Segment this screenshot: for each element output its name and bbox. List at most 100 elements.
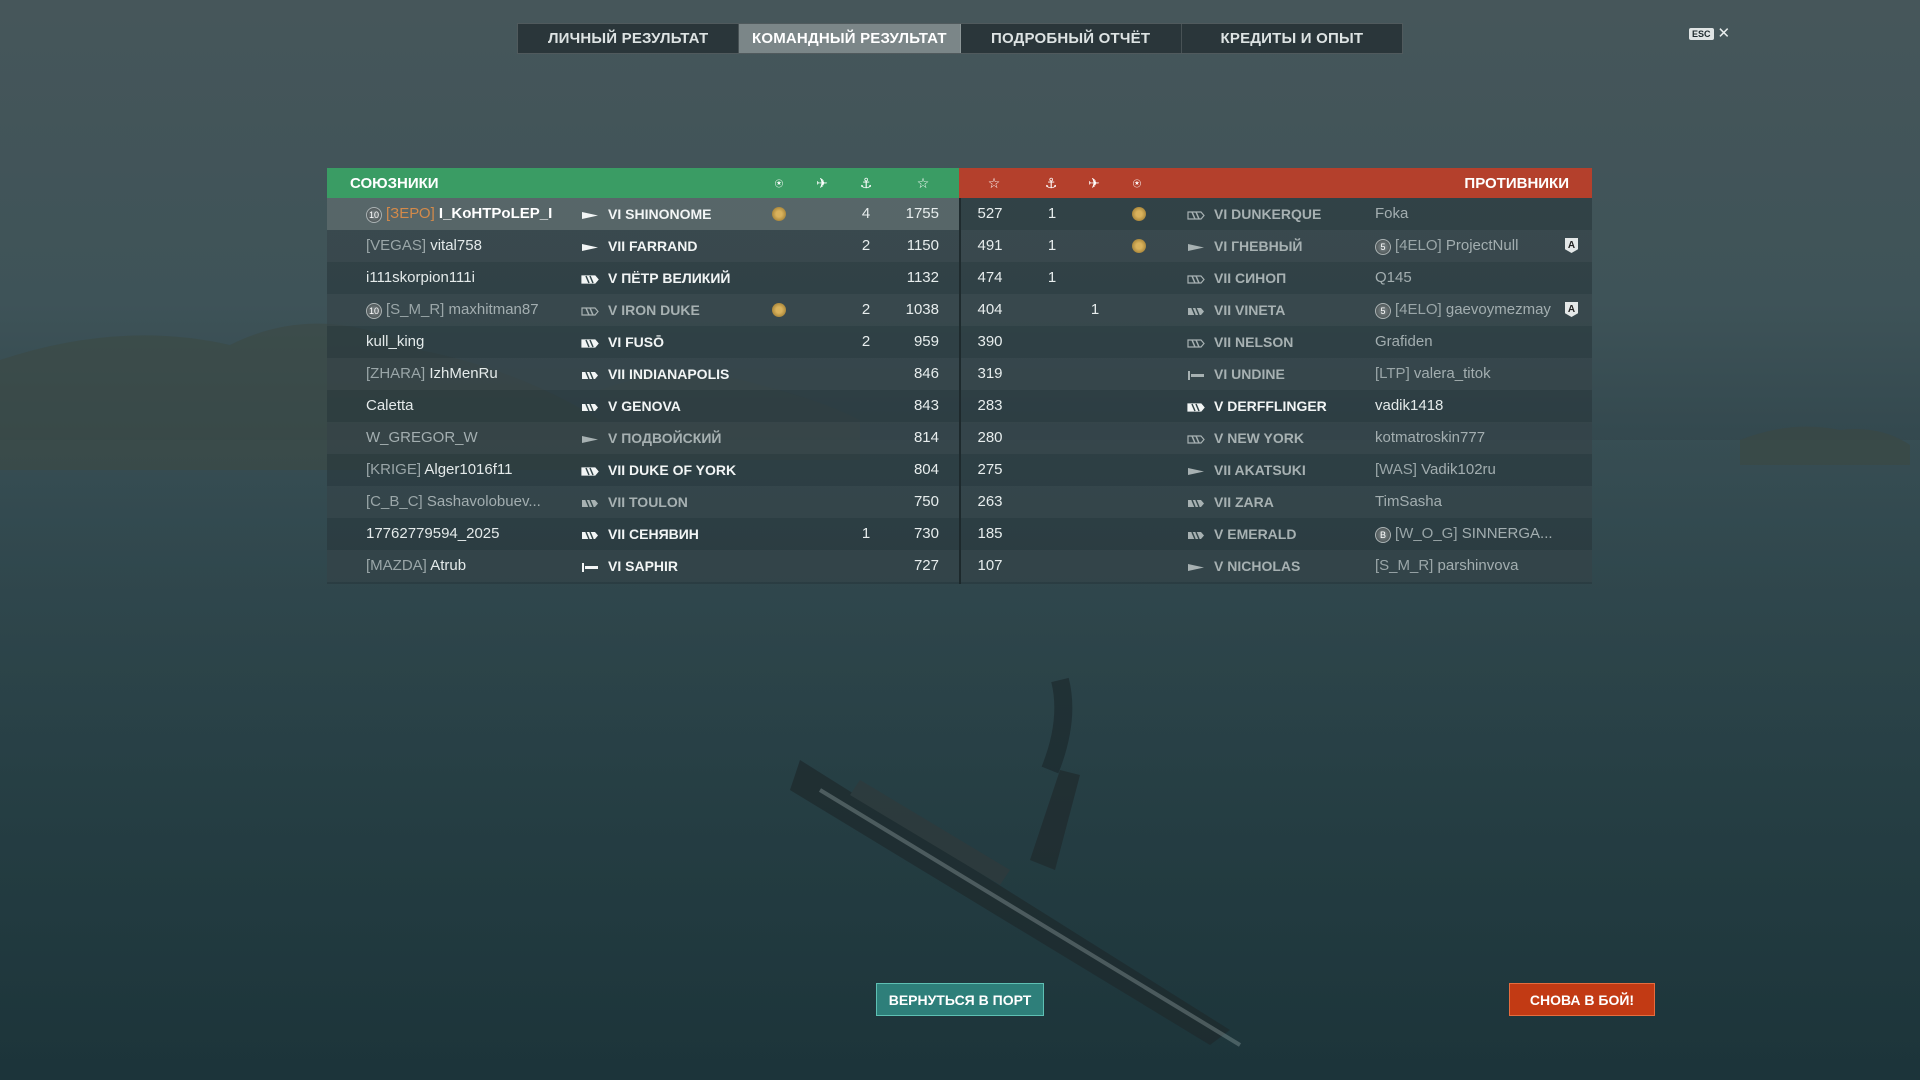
enemy-row: 404 1 VII VINETA 5 [4ELO] gaevoymezmay A (961, 294, 1592, 326)
kills-count (1041, 518, 1063, 550)
player-name: W_GREGOR_W (366, 429, 478, 446)
tab-3[interactable]: ПОДРОБНЫЙ ОТЧЁТ (961, 24, 1182, 53)
kills-count (855, 422, 877, 454)
achievement-medal-icon (772, 303, 786, 317)
base-xp: 491 (977, 237, 1003, 254)
ship-name: VII DUKE OF YORK (608, 462, 737, 478)
achievement-icon: ⍟ (774, 174, 784, 191)
clan-emblem-icon: 5 (1375, 303, 1391, 319)
ship-name: VII TOULON (608, 494, 688, 510)
base-xp: 283 (977, 397, 1003, 414)
player-name: Caletta (366, 397, 414, 414)
base-xp: 404 (977, 301, 1003, 318)
ship-name: V DERFFLINGER (1214, 398, 1327, 414)
player-name-cell: [S_M_R] maxhitman87 (386, 294, 586, 326)
kills-count (855, 358, 877, 390)
battle-again-button[interactable]: СНОВА В БОЙ! (1509, 983, 1655, 1016)
player-name-cell: [ЗЕРО] I_KoHTPoLEP_I (386, 198, 586, 230)
player-name-cell: [ZHARA] IzhMenRu (366, 358, 566, 390)
tab-1[interactable]: ЛИЧНЫЙ РЕЗУЛЬТАТ (518, 24, 740, 53)
player-name-cell: [LTP] valera_titok (1375, 358, 1555, 390)
ally-row: Caletta V GENOVA 843 (327, 390, 959, 422)
clan-tag: [LTP] (1375, 365, 1410, 382)
kills-icon: ⚓ (1044, 174, 1058, 191)
xp-star-icon: ☆ (987, 174, 1001, 191)
ally-row: 10 [S_M_R] maxhitman87 V IRON DUKE 2 1038 (327, 294, 959, 326)
return-to-port-button[interactable]: ВЕРНУТЬСЯ В ПОРТ (876, 983, 1044, 1016)
enemy-row: 263 VII ZARA TimSasha (961, 486, 1592, 518)
player-name-cell: [MAZDA] Atrub (366, 550, 566, 582)
player-name-cell: [WAS] Vadik102ru (1375, 454, 1555, 486)
clan-tag: [WAS] (1375, 461, 1417, 478)
ship-name: V ПЁТР ВЕЛИКИЙ (608, 270, 731, 286)
ship-name: VI ГНЕВНЫЙ (1214, 238, 1303, 254)
destroyer-icon (581, 240, 599, 251)
player-name-cell: Caletta (366, 390, 566, 422)
clan-tag: [4ELO] (1395, 237, 1442, 254)
planes-count (1084, 198, 1106, 230)
player-name: Sashavolobuev... (426, 493, 541, 510)
kills-count: 1 (1047, 237, 1057, 254)
player-name: TimSasha (1375, 493, 1442, 510)
player-name: vital758 (430, 237, 482, 254)
clan-emblem-icon: 10 (366, 303, 382, 319)
battleship-icon (1187, 432, 1205, 444)
clan-tag: [ЗЕРО] (386, 205, 435, 222)
player-name: SINNERGA... (1461, 525, 1553, 542)
player-name-cell: [4ELO] gaevoymezmay (1395, 294, 1575, 326)
player-name-cell: [4ELO] ProjectNull (1395, 230, 1575, 262)
cruiser-icon (1187, 304, 1205, 316)
close-button[interactable]: ESC ✕ (1689, 26, 1730, 41)
kills-count (1041, 358, 1063, 390)
cruiser-icon (1187, 528, 1205, 540)
player-name: gaevoymezmay (1445, 301, 1551, 318)
player-name-cell: [S_M_R] parshinvova (1375, 550, 1555, 582)
cruiser-icon (581, 368, 599, 380)
kills-count: 2 (861, 333, 871, 350)
player-name-cell: [C_B_C] Sashavolobuev... (366, 486, 566, 518)
kills-count (855, 454, 877, 486)
player-name: IzhMenRu (429, 365, 498, 382)
player-name: kotmatroskin777 (1375, 429, 1486, 446)
ship-name: VI DUNKERQUE (1214, 206, 1322, 222)
player-name-cell: Grafiden (1375, 326, 1555, 358)
planes-count (1084, 422, 1106, 454)
tab-2[interactable]: КОМАНДНЫЙ РЕЗУЛЬТАТ (739, 24, 961, 53)
ally-row: [MAZDA] Atrub VI SAPHIR 727 (327, 550, 959, 582)
base-xp: 185 (977, 525, 1003, 542)
enemy-row: 107 V NICHOLAS [S_M_R] parshinvova (961, 550, 1592, 582)
destroyer-icon (1187, 560, 1205, 571)
battleship-icon (1187, 272, 1205, 284)
player-name-cell: i111skorpion111i (366, 262, 566, 294)
achievement-icon: ⍟ (1132, 174, 1142, 191)
achievement-medal-icon (1132, 239, 1146, 253)
player-name: Grafiden (1375, 333, 1433, 350)
ship-name: V IRON DUKE (608, 302, 700, 318)
clan-emblem-icon: B (1375, 527, 1391, 543)
ship-name: VII FARRAND (608, 238, 698, 254)
ship-name: VII AKATSUKI (1214, 462, 1306, 478)
enemy-row: 283 V DERFFLINGER vadik1418 (961, 390, 1592, 422)
ally-row: 17762779594_2025 VII СЕНЯВИН 1 730 (327, 518, 959, 550)
ally-row: W_GREGOR_W V ПОДВОЙСКИЙ 814 (327, 422, 959, 454)
battleship-icon (1187, 208, 1205, 220)
ally-row: kull_king VI FUSŌ 2 959 (327, 326, 959, 358)
close-icon[interactable]: ✕ (1718, 26, 1731, 41)
achievement-medal-icon (1132, 207, 1146, 221)
kills-count (1041, 422, 1063, 454)
player-name: valera_titok (1413, 365, 1491, 382)
player-name-cell: [KRIGE] Alger1016f11 (366, 454, 566, 486)
ally-row: 10 [ЗЕРО] I_KoHTPoLEP_I VI SHINONOME 4 1755 (327, 198, 959, 230)
battleship-icon (581, 464, 599, 476)
kills-count (855, 262, 877, 294)
kills-count (855, 486, 877, 518)
clan-tag: [VEGAS] (366, 237, 427, 254)
kills-count (855, 550, 877, 582)
ship-name: VI FUSŌ (608, 334, 665, 350)
ship-name: VII СЕНЯВИН (608, 526, 699, 542)
kills-count (1041, 486, 1063, 518)
base-xp: 843 (913, 397, 939, 414)
player-name-cell: [VEGAS] vital758 (366, 230, 566, 262)
tab-4[interactable]: КРЕДИТЫ И ОПЫТ (1182, 24, 1402, 53)
base-xp: 1132 (906, 269, 939, 286)
